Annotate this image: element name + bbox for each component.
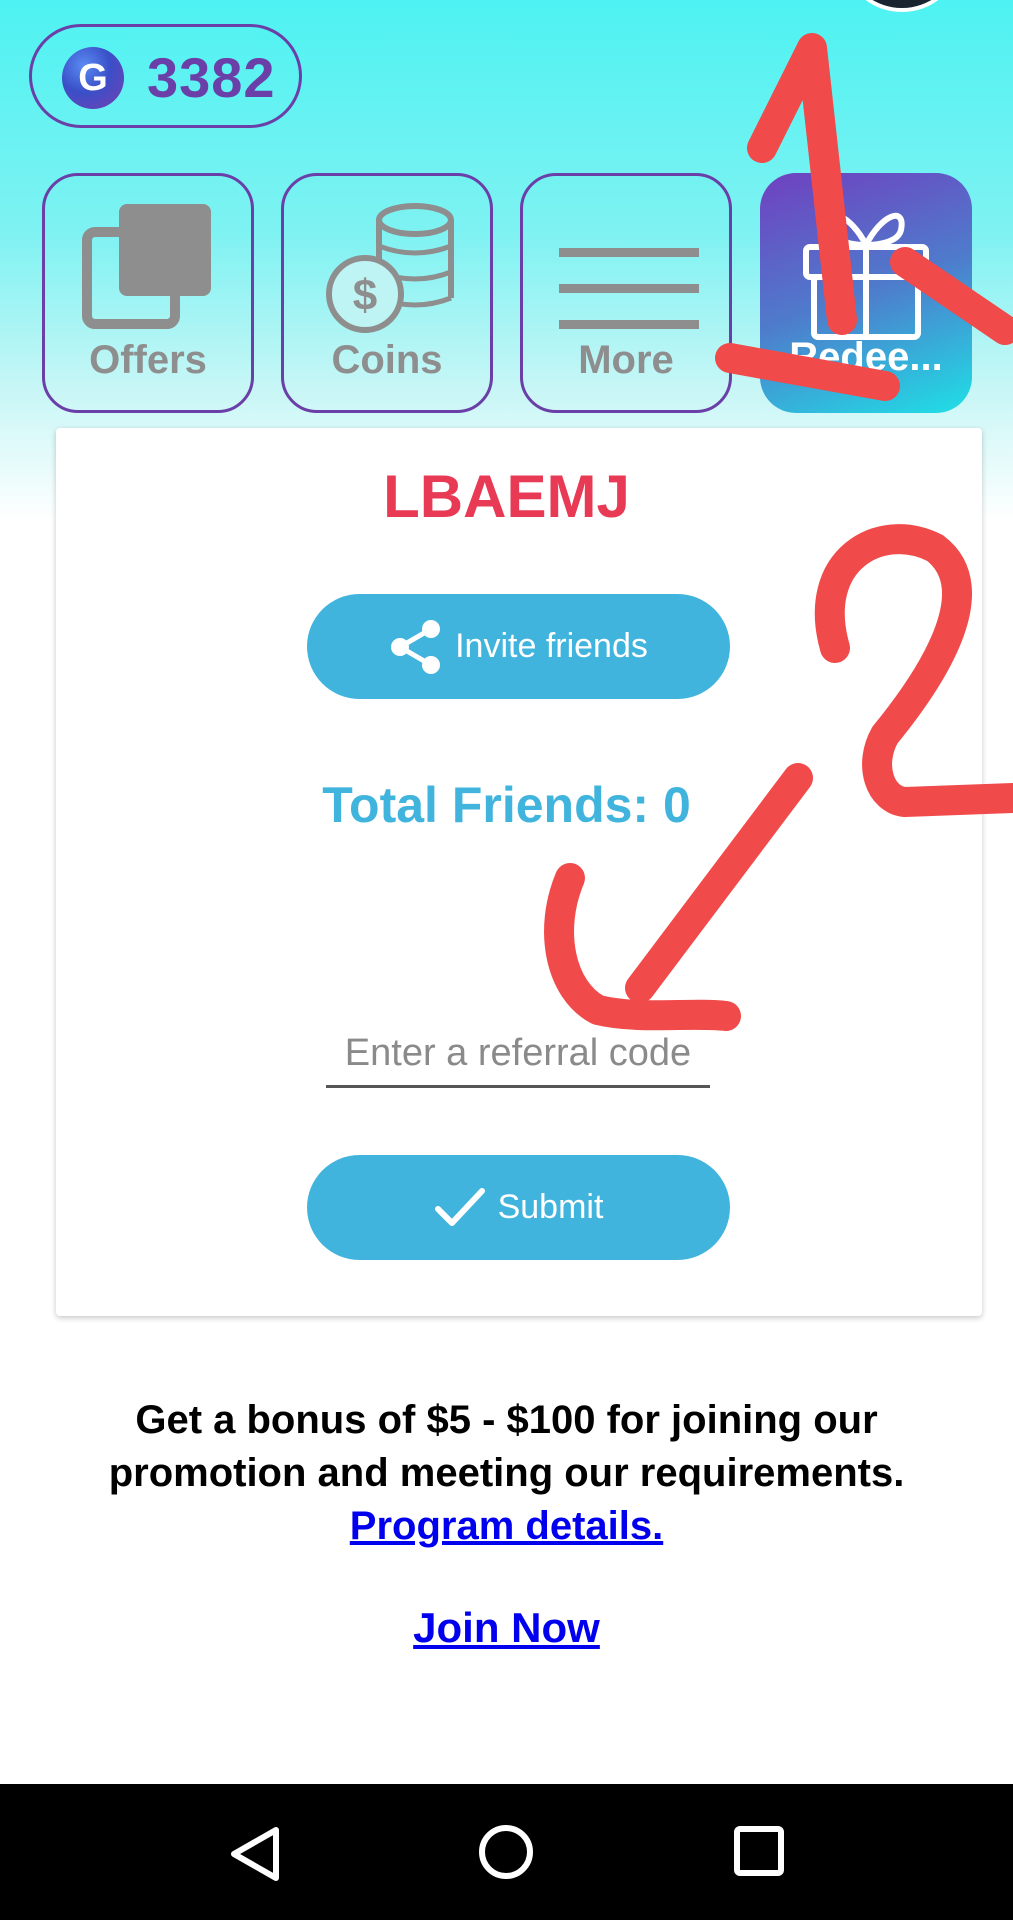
recents-icon[interactable] <box>734 1826 784 1876</box>
g-coin-icon: G <box>62 47 124 109</box>
tab-redeem-label: Redee... <box>789 335 943 379</box>
share-icon <box>391 619 441 674</box>
referral-code: LBAEMJ <box>383 463 630 530</box>
invite-friends-label: Invite friends <box>455 627 648 665</box>
tab-redeem[interactable]: Redee... <box>760 173 972 413</box>
promo-text-block: Get a bonus of $5 - $100 for joining our… <box>40 1394 973 1553</box>
coin-letter: G <box>78 56 108 99</box>
submit-label: Submit <box>497 1188 604 1226</box>
promo-text: Get a bonus of $5 - $100 for joining our… <box>108 1398 905 1495</box>
checkmark-icon <box>434 1187 485 1226</box>
system-navigation-bar <box>0 1784 1013 1920</box>
back-icon[interactable] <box>226 1824 286 1884</box>
submit-button[interactable]: Submit <box>307 1155 730 1260</box>
coins-stack-icon: $ <box>326 203 454 333</box>
cards-icon <box>82 204 211 329</box>
menu-lines-icon <box>559 248 699 329</box>
balance-pill[interactable]: G 3382 <box>29 24 302 128</box>
tab-more-label: More <box>578 338 674 382</box>
invite-friends-button[interactable]: Invite friends <box>307 594 730 699</box>
total-friends: Total Friends: 0 <box>322 777 691 833</box>
referral-code-input[interactable] <box>326 1022 710 1088</box>
tab-offers[interactable]: Offers <box>42 173 254 413</box>
tab-more[interactable]: More <box>520 173 732 413</box>
gift-icon <box>803 212 929 340</box>
tab-coins[interactable]: $ Coins <box>281 173 493 413</box>
join-now-link[interactable]: Join Now <box>413 1604 600 1651</box>
svg-text:$: $ <box>353 271 377 320</box>
join-now-container: Join Now <box>0 1604 1013 1652</box>
program-details-link[interactable]: Program details. <box>350 1504 663 1548</box>
tab-offers-label: Offers <box>89 338 207 382</box>
balance-value: 3382 <box>147 46 276 109</box>
home-icon[interactable] <box>478 1824 534 1880</box>
tab-coins-label: Coins <box>331 338 443 382</box>
